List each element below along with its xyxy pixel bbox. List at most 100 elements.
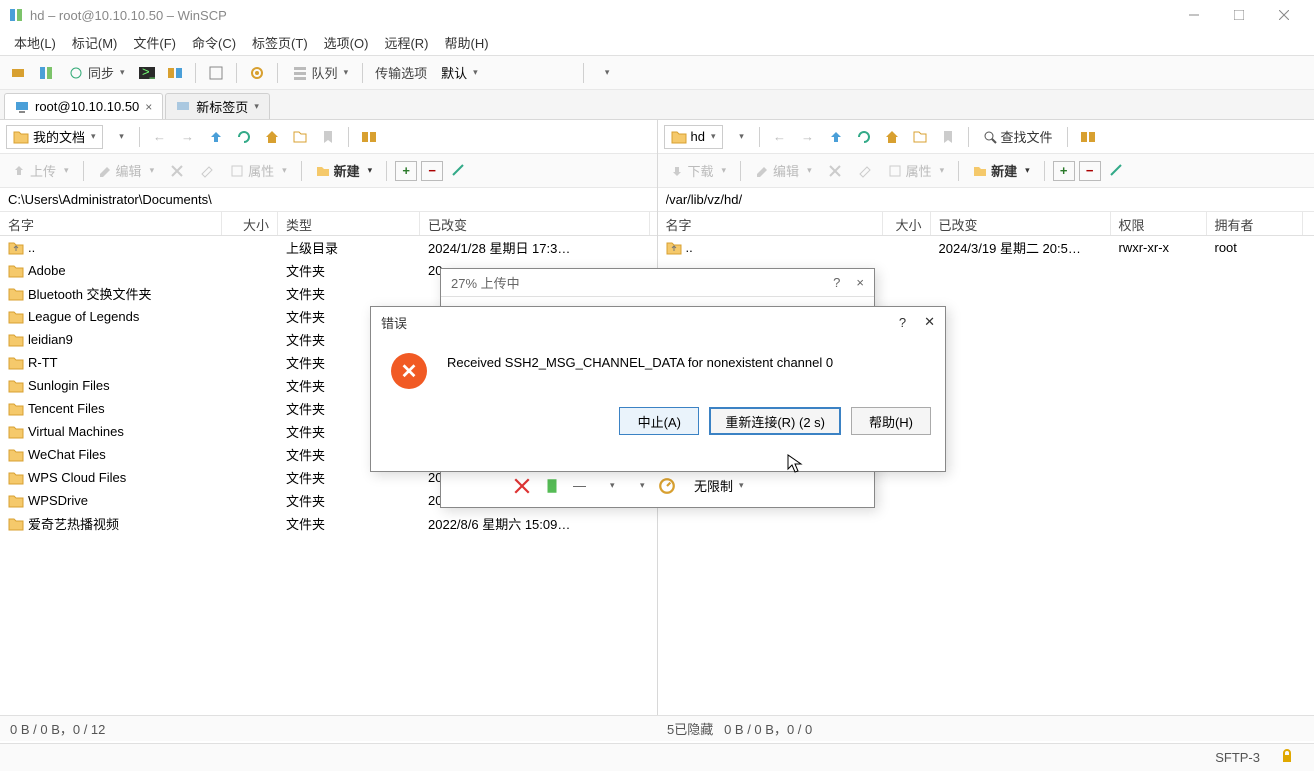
- tab-close-icon[interactable]: ×: [145, 100, 152, 114]
- col-changed[interactable]: 已改变: [420, 212, 650, 235]
- toolbar-icon[interactable]: [628, 477, 646, 495]
- up-icon[interactable]: [824, 125, 848, 149]
- help-button[interactable]: 帮助(H): [851, 407, 931, 435]
- col-size[interactable]: 大小: [222, 212, 278, 235]
- home-icon[interactable]: [260, 125, 284, 149]
- cancel-icon[interactable]: [513, 477, 531, 495]
- menu-local[interactable]: 本地(L): [8, 30, 62, 55]
- maximize-button[interactable]: [1216, 0, 1261, 30]
- sync-button[interactable]: 同步: [62, 61, 131, 84]
- col-changed[interactable]: 已改变: [931, 212, 1111, 235]
- forward-icon[interactable]: →: [176, 125, 200, 149]
- new-button[interactable]: 新建: [310, 158, 379, 183]
- monitor-icon: [176, 100, 190, 114]
- menu-tabs[interactable]: 标签页(T): [246, 30, 314, 55]
- refresh-icon[interactable]: [592, 61, 616, 85]
- transfer-preset-dropdown[interactable]: 默认: [435, 61, 575, 84]
- edit-button[interactable]: 编辑: [92, 158, 161, 183]
- col-name[interactable]: 名字: [658, 212, 883, 235]
- drive-dropdown-icon[interactable]: [107, 125, 131, 149]
- close-button[interactable]: [1261, 0, 1306, 30]
- abort-button[interactable]: 中止(A): [619, 407, 699, 435]
- list-item[interactable]: ..上级目录2024/1/28 星期日 17:3…: [0, 236, 657, 259]
- col-type[interactable]: 类型: [278, 212, 420, 235]
- svg-text:>_: >_: [142, 65, 155, 79]
- app-status-bar: SFTP-3: [0, 743, 1314, 771]
- drive-dropdown-icon[interactable]: [727, 125, 751, 149]
- local-path-input[interactable]: [8, 192, 649, 207]
- deselect-all-icon[interactable]: −: [1079, 161, 1101, 181]
- queue-button[interactable]: 队列: [286, 61, 355, 84]
- list-item[interactable]: 爱奇艺热播视频文件夹2022/8/6 星期六 15:09…: [0, 512, 657, 535]
- new-button[interactable]: 新建: [967, 158, 1036, 183]
- error-dialog-title: 错误: [381, 313, 407, 332]
- col-perm[interactable]: 权限: [1111, 212, 1207, 235]
- session-tab-active[interactable]: root@10.10.10.50 ×: [4, 93, 163, 119]
- close-icon[interactable]: ✕: [924, 314, 935, 330]
- sync-browse-icon[interactable]: [357, 125, 381, 149]
- delete-icon[interactable]: [822, 161, 848, 181]
- error-dialog: 错误 ? ✕ ✕ Received SSH2_MSG_CHANNEL_DATA …: [370, 306, 946, 472]
- upload-button[interactable]: 上传: [6, 158, 75, 183]
- minimize-icon[interactable]: [543, 477, 561, 495]
- remote-list-header: 名字 大小 已改变 权限 拥有者: [658, 212, 1314, 236]
- properties-button[interactable]: 属性: [224, 158, 293, 183]
- delete-icon[interactable]: [164, 161, 190, 181]
- deselect-all-icon[interactable]: −: [421, 161, 443, 181]
- close-icon[interactable]: ×: [856, 275, 864, 290]
- properties-button[interactable]: 属性: [882, 158, 951, 183]
- transfer-preset-value: 默认: [441, 63, 467, 82]
- menu-file[interactable]: 文件(F): [127, 30, 182, 55]
- new-tab-button[interactable]: 新标签页 ▾: [165, 93, 270, 119]
- refresh-icon[interactable]: [852, 125, 876, 149]
- speed-icon[interactable]: [658, 477, 676, 495]
- local-dir-dropdown[interactable]: 我的文档: [6, 125, 103, 149]
- menu-help[interactable]: 帮助(H): [438, 30, 494, 55]
- toolbar-icon[interactable]: [6, 61, 30, 85]
- refresh-icon[interactable]: [232, 125, 256, 149]
- bookmark-icon[interactable]: [936, 125, 960, 149]
- minimize-button[interactable]: [1171, 0, 1216, 30]
- menu-mark[interactable]: 标记(M): [66, 30, 124, 55]
- rename-icon[interactable]: [194, 161, 220, 181]
- menu-remote[interactable]: 远程(R): [378, 30, 434, 55]
- col-name[interactable]: 名字: [0, 212, 222, 235]
- invert-sel-icon[interactable]: [1105, 159, 1129, 183]
- gear-icon[interactable]: [245, 61, 269, 85]
- home-icon[interactable]: [880, 125, 904, 149]
- reconnect-button[interactable]: 重新连接(R) (2 s): [709, 407, 841, 435]
- root-icon[interactable]: [288, 125, 312, 149]
- back-icon[interactable]: ←: [148, 125, 172, 149]
- toolbar-icon[interactable]: [204, 61, 228, 85]
- compare-icon[interactable]: [163, 61, 187, 85]
- help-icon[interactable]: ?: [899, 315, 906, 330]
- sync-browse-icon[interactable]: [1076, 125, 1100, 149]
- upload-dialog-title: 27% 上传中: [451, 273, 520, 292]
- invert-sel-icon[interactable]: [447, 159, 471, 183]
- edit-button[interactable]: 编辑: [749, 158, 818, 183]
- local-selection-status: 0 B / 0 B，0 / 12: [10, 719, 105, 738]
- menu-command[interactable]: 命令(C): [186, 30, 242, 55]
- select-all-icon[interactable]: +: [1053, 161, 1075, 181]
- terminal-icon[interactable]: >_: [135, 61, 159, 85]
- toolbar-icon[interactable]: [598, 477, 616, 495]
- find-files-button[interactable]: 查找文件: [977, 124, 1059, 149]
- back-icon[interactable]: ←: [768, 125, 792, 149]
- root-icon[interactable]: [908, 125, 932, 149]
- speed-limit-dropdown[interactable]: 无限制: [688, 474, 750, 497]
- select-all-icon[interactable]: +: [395, 161, 417, 181]
- menu-options[interactable]: 选项(O): [318, 30, 375, 55]
- forward-icon[interactable]: →: [796, 125, 820, 149]
- remote-dir-dropdown[interactable]: hd: [664, 125, 723, 149]
- remote-path-input[interactable]: [666, 192, 1307, 207]
- col-size[interactable]: 大小: [883, 212, 931, 235]
- col-owner[interactable]: 拥有者: [1207, 212, 1303, 235]
- list-item[interactable]: ..2024/3/19 星期二 20:5…rwxr-xr-xroot: [658, 236, 1314, 259]
- rename-icon[interactable]: [852, 161, 878, 181]
- download-button[interactable]: 下载: [664, 158, 733, 183]
- toolbar-icon[interactable]: [34, 61, 58, 85]
- session-tabs: root@10.10.10.50 × 新标签页 ▾: [0, 90, 1314, 120]
- up-icon[interactable]: [204, 125, 228, 149]
- help-icon[interactable]: ?: [833, 275, 840, 290]
- bookmark-icon[interactable]: [316, 125, 340, 149]
